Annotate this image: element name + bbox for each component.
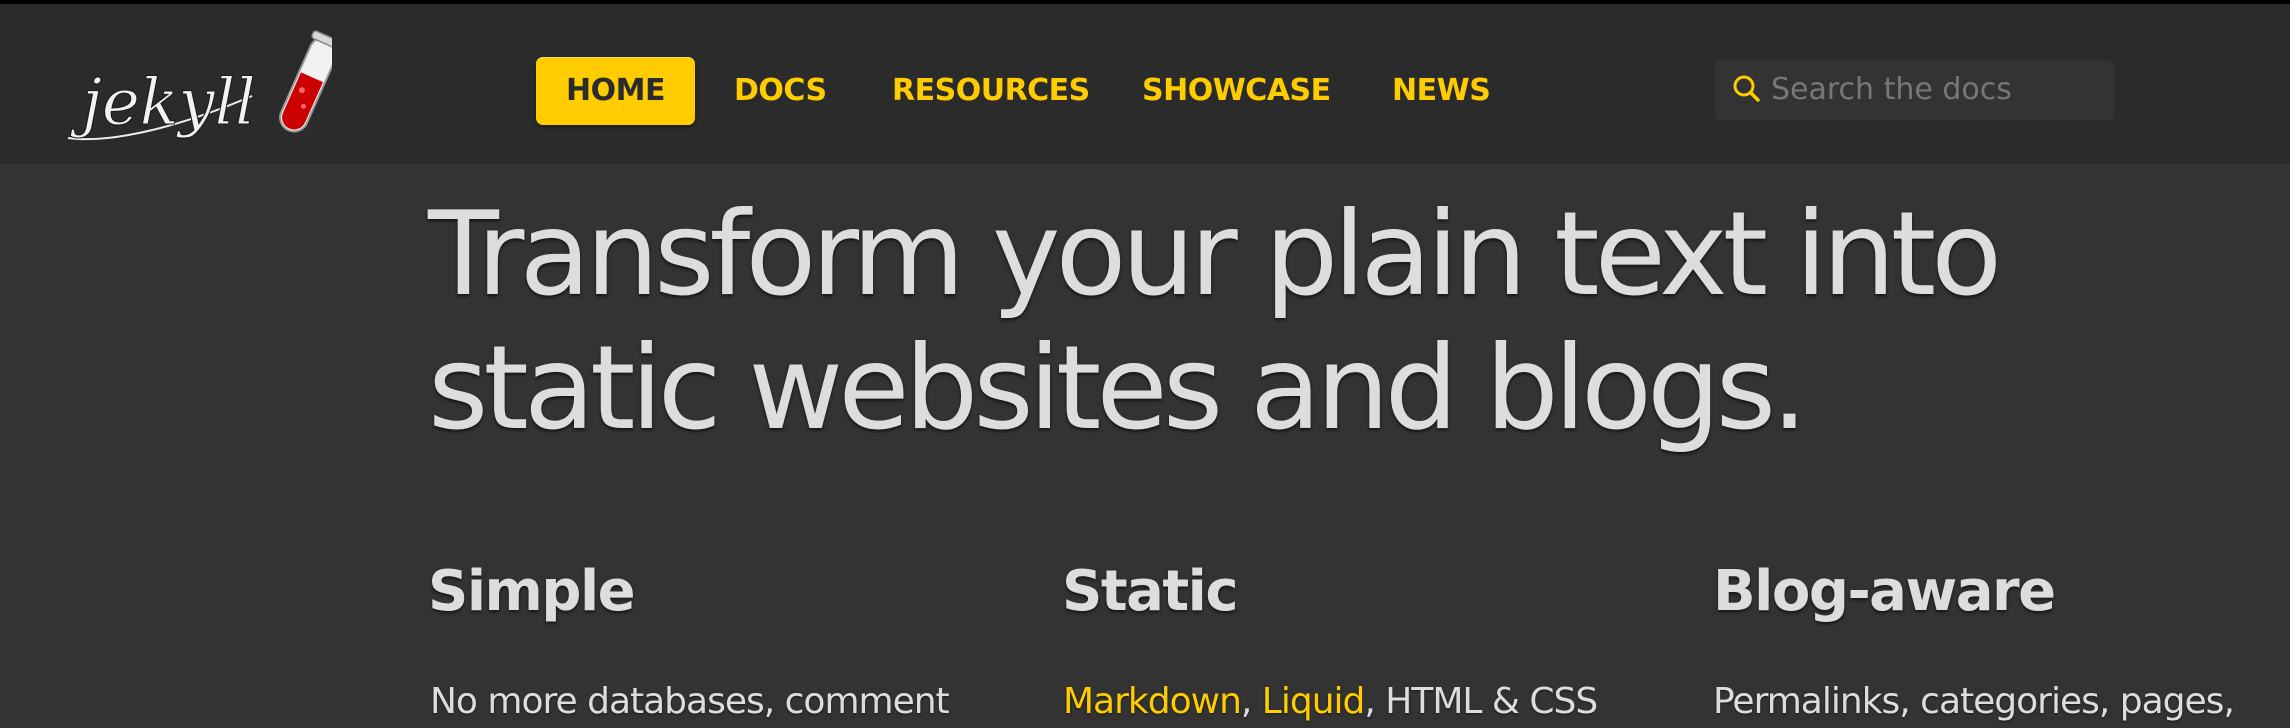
feature-text-simple: No more databases, comment: [430, 681, 950, 722]
feature-title-static: Static: [1062, 559, 1239, 624]
search-icon: [1733, 75, 1760, 102]
hero-title: Transform your plain text into static we…: [428, 188, 2188, 456]
search-box[interactable]: [1713, 57, 2116, 121]
feature-title-simple: Simple: [428, 559, 636, 624]
logo-wordmark: jekyll: [70, 66, 256, 140]
nav-resources[interactable]: RESOURCES: [892, 57, 1090, 125]
hero-title-line1: Transform your plain text into: [428, 187, 2002, 322]
nav-news[interactable]: NEWS: [1392, 57, 1491, 125]
feature-title-blog-aware: Blog-aware: [1713, 559, 2056, 624]
markdown-link[interactable]: Markdown: [1063, 681, 1242, 722]
nav-docs[interactable]: DOCS: [734, 57, 827, 125]
nav-showcase[interactable]: SHOWCASE: [1142, 57, 1331, 125]
site-header: jekyll HOME DOCS RESOURCES SHOWCASE NEWS: [0, 4, 2290, 164]
search-input[interactable]: [1771, 57, 2101, 121]
feature-text-static: Markdown, Liquid, HTML & CSS: [1063, 676, 1598, 728]
hero-title-line2: static websites and blogs.: [428, 321, 1808, 456]
feature-text-blog-aware: Permalinks, categories, pages,: [1713, 681, 2235, 722]
separator-text: ,: [1240, 681, 1262, 722]
jekyll-logo[interactable]: jekyll: [62, 26, 346, 151]
liquid-link[interactable]: Liquid: [1262, 681, 1366, 722]
nav-home[interactable]: HOME: [536, 57, 695, 125]
static-text-rest: , HTML & CSS: [1364, 681, 1598, 722]
